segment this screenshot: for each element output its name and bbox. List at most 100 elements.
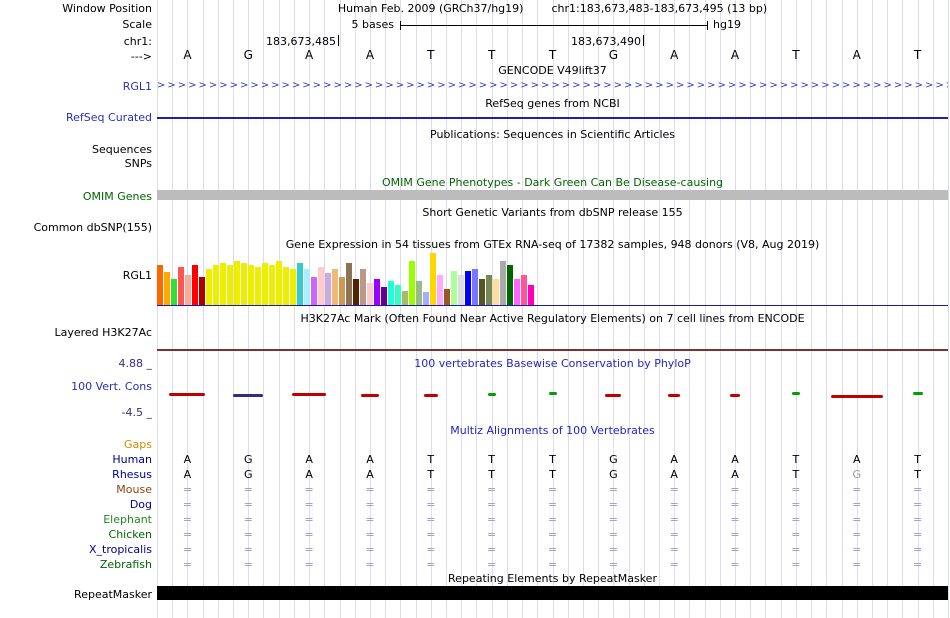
gtex-expression-bar[interactable]	[472, 269, 478, 305]
gtex-expression-bar[interactable]	[276, 261, 282, 305]
refseq-curated-label[interactable]: RefSeq Curated	[0, 111, 152, 124]
gtex-expression-bar[interactable]	[199, 277, 205, 305]
alignment-cell: =	[426, 543, 436, 556]
publications-title: Publications: Sequences in Scientific Ar…	[430, 128, 675, 141]
gencode-title: GENCODE V49lift37	[498, 64, 607, 77]
multiz-title: Multiz Alignments of 100 Vertebrates	[450, 424, 655, 437]
gtex-expression-bar[interactable]	[465, 271, 471, 305]
refseq-track-line[interactable]	[157, 117, 948, 119]
gtex-expression-bar[interactable]	[416, 281, 422, 305]
gtex-expression-bar[interactable]	[157, 265, 163, 305]
phylop-label[interactable]: 100 Vert. Cons	[0, 380, 152, 393]
multiz-species-label[interactable]: Mouse	[0, 483, 152, 496]
alignment-cell: =	[365, 513, 375, 526]
gtex-expression-bar[interactable]	[325, 273, 331, 305]
omim-genes-label[interactable]: OMIM Genes	[0, 190, 152, 203]
gtex-expression-bar[interactable]	[444, 289, 450, 305]
gtex-expression-bar[interactable]	[430, 253, 436, 305]
gtex-expression-bar[interactable]	[185, 275, 191, 305]
gtex-expression-bar[interactable]	[479, 279, 485, 305]
gtex-expression-bar[interactable]	[269, 265, 275, 305]
gtex-expression-bar[interactable]	[402, 291, 408, 305]
gtex-expression-bar[interactable]	[451, 271, 457, 305]
gtex-expression-bar[interactable]	[486, 275, 492, 305]
refseq-title: RefSeq genes from NCBI	[485, 97, 620, 110]
omim-track-bar[interactable]	[157, 190, 948, 200]
gtex-expression-bar[interactable]	[248, 265, 254, 305]
gtex-expression-bar[interactable]	[262, 263, 268, 305]
gtex-expression-bar[interactable]	[192, 265, 198, 305]
gtex-expression-bar[interactable]	[514, 279, 520, 305]
alignment-cell: =	[852, 498, 862, 511]
gtex-expression-bar[interactable]	[311, 277, 317, 305]
gtex-expression-bar[interactable]	[255, 267, 261, 305]
multiz-species-label[interactable]: Dog	[0, 498, 152, 511]
gtex-expression-bar[interactable]	[297, 263, 303, 305]
gtex-expression-bar[interactable]	[528, 285, 534, 305]
gtex-expression-bar[interactable]	[241, 263, 247, 305]
repeatmasker-label[interactable]: RepeatMasker	[0, 588, 152, 601]
gtex-expression-bar[interactable]	[220, 263, 226, 305]
gtex-expression-bar[interactable]	[332, 269, 338, 305]
alignment-cell: =	[487, 543, 497, 556]
multiz-species-label[interactable]: Zebrafish	[0, 558, 152, 571]
multiz-species-label[interactable]: X_tropicalis	[0, 543, 152, 556]
alignment-cell: =	[912, 528, 923, 541]
multiz-species-label[interactable]: Gaps	[0, 438, 152, 451]
gtex-expression-bar[interactable]	[283, 267, 289, 305]
alignment-cell: =	[243, 513, 253, 526]
gtex-expression-bar[interactable]	[458, 275, 464, 305]
alignment-cell: T	[488, 453, 496, 466]
gtex-expression-bar[interactable]	[374, 279, 380, 305]
gtex-expression-bar[interactable]	[290, 269, 296, 305]
alignment-cell: =	[852, 528, 862, 541]
gtex-expression-bar[interactable]	[206, 269, 212, 305]
position-range: chr1:183,673,483-183,673,495 (13 bp)	[551, 2, 768, 15]
gtex-expression-bar[interactable]	[213, 265, 219, 305]
gtex-expression-bar[interactable]	[395, 285, 401, 305]
h3k27ac-title: H3K27Ac Mark (Often Found Near Active Re…	[300, 312, 805, 325]
gtex-expression-bar[interactable]	[346, 263, 352, 305]
gtex-expression-bar[interactable]	[437, 275, 443, 305]
gtex-expression-chart[interactable]	[157, 252, 948, 305]
gtex-expression-bar[interactable]	[500, 261, 506, 305]
dbsnp-label[interactable]: Common dbSNP(155)	[0, 221, 152, 234]
gtex-gene-label[interactable]: RGL1	[0, 269, 152, 282]
multiz-species-label[interactable]: Human	[0, 453, 152, 466]
gtex-expression-bar[interactable]	[318, 267, 324, 305]
gtex-expression-bar[interactable]	[164, 272, 170, 305]
alignment-cell: =	[669, 498, 679, 511]
gencode-gene-arrows[interactable]: >>>>>>>>>>>>>>>>>>>>>>>>>>>>>>>>>>>>>>>>…	[157, 79, 948, 93]
sequences-label[interactable]: Sequences	[0, 143, 152, 156]
gtex-expression-bar[interactable]	[360, 269, 366, 305]
gtex-expression-bar[interactable]	[507, 265, 513, 305]
multiz-species-label[interactable]: Rhesus	[0, 468, 152, 481]
h3k27ac-label[interactable]: Layered H3K27Ac	[0, 326, 152, 339]
gtex-expression-bar[interactable]	[234, 261, 240, 305]
gtex-expression-bar[interactable]	[521, 275, 527, 305]
base-letter: T	[487, 48, 496, 62]
gtex-expression-bar[interactable]	[353, 279, 359, 305]
gtex-expression-bar[interactable]	[388, 281, 394, 305]
gtex-expression-bar[interactable]	[304, 269, 310, 305]
h3k27ac-track-line[interactable]	[157, 349, 948, 351]
repeatmasker-track-bar[interactable]	[157, 586, 948, 600]
multiz-species-label[interactable]: Elephant	[0, 513, 152, 526]
gencode-gene-label[interactable]: RGL1	[0, 80, 152, 93]
alignment-cell: =	[791, 558, 801, 571]
base-letter: A	[305, 48, 314, 62]
gtex-expression-bar[interactable]	[409, 261, 415, 305]
snps-label[interactable]: SNPs	[0, 157, 152, 170]
gtex-expression-bar[interactable]	[339, 277, 345, 305]
gtex-expression-bar[interactable]	[171, 279, 177, 305]
alignment-cell: =	[608, 543, 618, 556]
alignment-cell: T	[914, 453, 921, 466]
base-letter: G	[608, 48, 618, 62]
gtex-expression-bar[interactable]	[423, 292, 429, 305]
multiz-species-label[interactable]: Chicken	[0, 528, 152, 541]
gtex-expression-bar[interactable]	[381, 287, 387, 305]
gtex-expression-bar[interactable]	[178, 267, 184, 305]
gtex-expression-bar[interactable]	[493, 279, 499, 305]
gtex-expression-bar[interactable]	[227, 265, 233, 305]
gtex-expression-bar[interactable]	[367, 283, 373, 305]
